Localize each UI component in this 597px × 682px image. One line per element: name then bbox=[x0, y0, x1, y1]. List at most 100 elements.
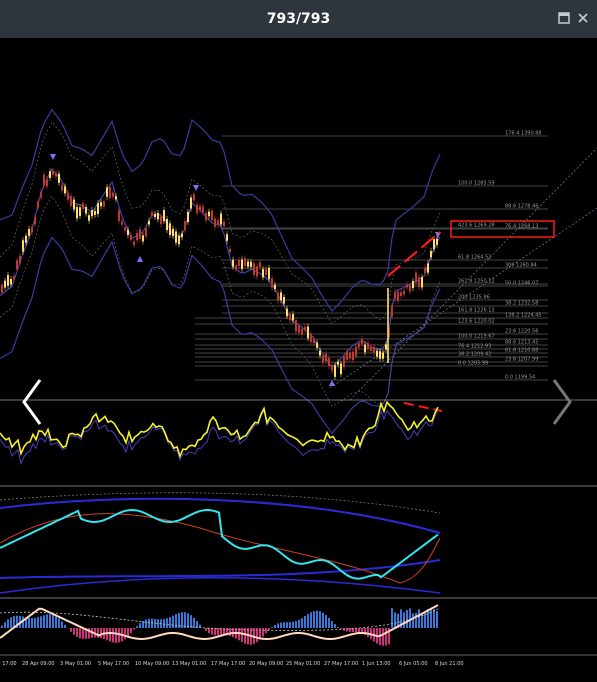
macd-histogram-bar bbox=[292, 621, 294, 628]
candle-body bbox=[289, 313, 291, 321]
candle-body bbox=[310, 334, 312, 343]
candle-body bbox=[97, 203, 99, 214]
candle-body bbox=[397, 291, 399, 302]
fib-level-label: 300 1260.84 bbox=[505, 263, 537, 269]
time-axis-label: 13 May 01:00 bbox=[172, 661, 206, 667]
macd-histogram-bar bbox=[28, 617, 30, 628]
macd-histogram-bar bbox=[301, 618, 303, 628]
candle-body bbox=[430, 250, 432, 258]
macd-histogram-bar bbox=[145, 619, 147, 628]
candle-body bbox=[238, 259, 240, 267]
candle-body bbox=[58, 173, 60, 183]
candle-body bbox=[313, 339, 315, 344]
candle-body bbox=[133, 241, 135, 246]
candle-body bbox=[175, 231, 177, 243]
candle-body bbox=[229, 248, 231, 252]
fib-level-label: 200 1235.86 bbox=[458, 295, 490, 301]
macd-histogram-bar bbox=[436, 611, 438, 628]
candle-body bbox=[151, 212, 153, 216]
macd-histogram-bar bbox=[1, 625, 3, 628]
macd-histogram-bar bbox=[124, 628, 126, 640]
macd-histogram-bar bbox=[214, 628, 216, 636]
macd-histogram-bar bbox=[280, 622, 282, 628]
macd-histogram-bar bbox=[424, 613, 426, 628]
candle-body bbox=[358, 343, 360, 348]
candle-body bbox=[301, 328, 303, 335]
candle-body bbox=[250, 261, 252, 267]
macd-histogram-bar bbox=[325, 615, 327, 628]
macd-histogram-bar bbox=[127, 628, 129, 637]
candle-body bbox=[181, 233, 183, 238]
candle-body bbox=[379, 351, 381, 359]
candle-body bbox=[316, 342, 318, 348]
candle-body bbox=[361, 338, 363, 345]
candle-body bbox=[106, 187, 108, 197]
macd-histogram-bar bbox=[157, 619, 159, 628]
macd-histogram-bar bbox=[10, 617, 12, 628]
candle-body bbox=[241, 259, 243, 270]
fib-level-label: 23.6 1207.99 bbox=[505, 357, 538, 363]
fib-level-label: 123.6 1220.02 bbox=[458, 319, 495, 325]
candle-body bbox=[1, 284, 3, 293]
macd-histogram-bar bbox=[82, 628, 84, 639]
candle-body bbox=[118, 210, 120, 222]
time-axis-label: 27 May 17:00 bbox=[324, 661, 358, 667]
macd-histogram-bar bbox=[262, 628, 264, 637]
macd-histogram-bar bbox=[193, 617, 195, 628]
candle-body bbox=[370, 346, 372, 351]
candle-body bbox=[31, 226, 33, 233]
macd-histogram-bar bbox=[382, 628, 384, 646]
candle-body bbox=[376, 350, 378, 357]
candle-body bbox=[34, 217, 36, 225]
candle-body bbox=[403, 290, 405, 295]
macd-histogram-bar bbox=[34, 617, 36, 628]
chevron-left-icon[interactable] bbox=[14, 372, 48, 432]
macd-histogram-bar bbox=[151, 618, 153, 628]
candle-body bbox=[352, 351, 354, 361]
candle-body bbox=[163, 210, 165, 222]
candle-body bbox=[331, 365, 333, 371]
time-axis-label: 17 May 17:00 bbox=[211, 661, 245, 667]
candle-body bbox=[253, 263, 255, 275]
image-viewer: 793/793 176.4 1390.88 100.0 1285.59 88.6 1… bbox=[0, 0, 597, 682]
macd-histogram-bar bbox=[337, 626, 339, 628]
candle-body bbox=[25, 235, 27, 243]
maximize-icon[interactable] bbox=[557, 12, 571, 26]
candle-body bbox=[292, 314, 294, 321]
candle-body bbox=[145, 227, 147, 237]
candle-body bbox=[64, 186, 66, 194]
macd-histogram-bar bbox=[43, 615, 45, 628]
fib-level-label: 88.6 1213.45 bbox=[505, 340, 538, 346]
time-axis-label: 6 Jun 05:00 bbox=[399, 661, 428, 667]
close-icon[interactable] bbox=[576, 12, 590, 26]
macd-histogram-bar bbox=[175, 614, 177, 628]
macd-histogram-bar bbox=[283, 622, 285, 628]
candle-body bbox=[259, 262, 261, 268]
candle-body bbox=[391, 305, 393, 317]
candle-body bbox=[4, 280, 6, 288]
candle-body bbox=[364, 344, 366, 353]
macd-histogram-bar bbox=[313, 611, 315, 628]
candle-body bbox=[91, 209, 93, 217]
candle-body bbox=[412, 281, 414, 289]
macd-histogram-bar bbox=[409, 608, 411, 628]
macd-histogram-bar bbox=[211, 628, 213, 635]
candle-body bbox=[196, 204, 198, 214]
candle-body bbox=[37, 201, 39, 208]
macd-histogram-bar bbox=[412, 613, 414, 628]
chevron-right-icon[interactable] bbox=[546, 372, 580, 432]
candle-body bbox=[328, 357, 330, 367]
trading-chart-image: 176.4 1390.88 100.0 1285.59 88.6 1278.46 42… bbox=[0, 38, 597, 682]
candle-body bbox=[67, 192, 69, 200]
fib-level-label: 23.6 1220.56 bbox=[505, 329, 538, 335]
macd-histogram-bar bbox=[391, 608, 393, 628]
candle-body bbox=[337, 361, 339, 365]
macd-histogram-bar bbox=[316, 610, 318, 628]
fib-level-label: 0.0 1199.54 bbox=[505, 375, 535, 381]
fib-level-label: 100.0 1219.67 bbox=[458, 334, 495, 340]
candle-body bbox=[169, 223, 171, 236]
macd-histogram-bar bbox=[169, 617, 171, 628]
time-axis-label: 24 Apr 17:00 bbox=[0, 661, 17, 667]
macd-histogram-bar bbox=[229, 628, 231, 637]
macd-histogram-bar bbox=[76, 628, 78, 637]
